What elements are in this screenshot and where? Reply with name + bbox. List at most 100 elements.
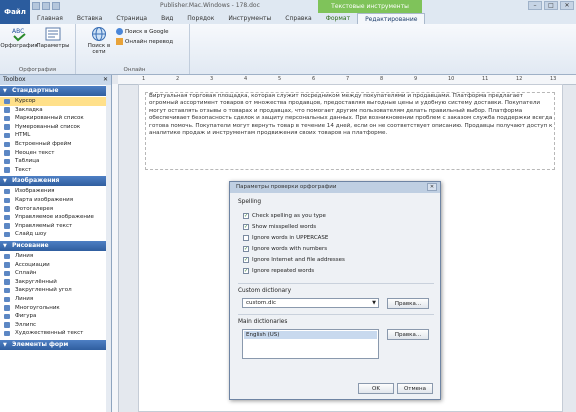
edit-dict-button[interactable]: Правка...: [387, 298, 429, 309]
toolbox-item[interactable]: Неоцен текст: [0, 149, 111, 158]
toolbox-item[interactable]: Эллипс: [0, 321, 111, 330]
toolbox-item[interactable]: Закруглённый: [0, 278, 111, 287]
toolbox-item[interactable]: Многоугольник: [0, 304, 111, 313]
tab-tools[interactable]: Инструменты: [221, 13, 278, 24]
custom-dict-label: Custom dictionary: [238, 288, 291, 294]
toolbox-item[interactable]: Нумерованный список: [0, 123, 111, 132]
list-item[interactable]: English (US): [244, 331, 377, 339]
ruler-number: 5: [278, 76, 282, 82]
toolbox-item[interactable]: Маркированный список: [0, 114, 111, 123]
toolbox-item[interactable]: Встроенный фрейм: [0, 140, 111, 149]
spelling-option[interactable]: ✓ Show misspelled words: [243, 223, 316, 231]
checkbox[interactable]: ✓: [243, 257, 249, 263]
toolbox-item[interactable]: Закругленный угол: [0, 286, 111, 295]
tool-icon: [4, 206, 10, 212]
close-icon[interactable]: ✕: [103, 75, 108, 85]
tab-help[interactable]: Справка: [278, 13, 318, 24]
checkbox[interactable]: [243, 235, 249, 241]
toolbox-item-label: Художественный текст: [15, 330, 84, 337]
toolbox-item[interactable]: Текст: [0, 166, 111, 175]
toolbox-item[interactable]: Управляемый текст: [0, 222, 111, 231]
undo-icon[interactable]: [42, 2, 50, 10]
ruler-number: 3: [210, 76, 214, 82]
toolbox-scrollbar[interactable]: [106, 85, 111, 412]
dialog-close-button[interactable]: ✕: [427, 183, 437, 191]
toolbox-item-label: Таблица: [15, 158, 40, 165]
ok-button[interactable]: OK: [358, 383, 394, 394]
minimize-button[interactable]: –: [528, 1, 542, 10]
tab-arrange[interactable]: Порядок: [180, 13, 221, 24]
divider: [238, 314, 434, 315]
spelling-option[interactable]: ✓ Ignore Internet and file addresses: [243, 256, 345, 264]
body-text[interactable]: Виртуальная торговая площадка, которая с…: [149, 93, 553, 137]
app-menu-button[interactable]: Файл: [0, 0, 30, 24]
tool-icon: [4, 197, 10, 204]
toolbox-item[interactable]: Карта изображения: [0, 196, 111, 205]
toolbox-item[interactable]: HTML: [0, 131, 111, 140]
toolbox-item[interactable]: Таблица: [0, 157, 111, 166]
toolbox-item[interactable]: Слайд шоу: [0, 230, 111, 239]
spelling-option[interactable]: ✓ Check spelling as you type: [243, 212, 326, 220]
dialog-title-bar: Параметры проверки орфографии ✕: [230, 182, 440, 193]
check-online-button[interactable]: Поиск в сети: [84, 26, 114, 55]
tool-icon: [4, 313, 10, 320]
tab-format[interactable]: Формат: [319, 13, 357, 24]
toolbox-item[interactable]: Фотогалерея: [0, 205, 111, 214]
checkbox-label: Ignore repeated words: [252, 268, 315, 274]
spelling-option[interactable]: Ignore words in UPPERCASE: [243, 234, 328, 242]
spelling-option[interactable]: ✓ Ignore repeated words: [243, 267, 314, 275]
tab-insert[interactable]: Вставка: [70, 13, 109, 24]
toolbox-item[interactable]: Курсор: [0, 97, 111, 106]
checkbox[interactable]: ✓: [243, 246, 249, 252]
ruler-number: 10: [448, 76, 455, 82]
tool-icon: [4, 107, 10, 113]
search-google-button[interactable]: Поиск в Google: [116, 28, 169, 35]
main-dict-list[interactable]: English (US): [242, 329, 379, 359]
tab-page[interactable]: Страница: [109, 13, 154, 24]
close-window-button[interactable]: ✕: [560, 1, 574, 10]
toolbox-item[interactable]: Линия: [0, 252, 111, 261]
toolbox-section-header[interactable]: ▼ Изображения: [0, 176, 111, 187]
save-icon[interactable]: [32, 2, 40, 10]
checkbox[interactable]: ✓: [243, 268, 249, 274]
maximize-button[interactable]: □: [544, 1, 558, 10]
spelling-option[interactable]: ✓ Ignore words with numbers: [243, 245, 327, 253]
toolbox-section-header[interactable]: ▼ Элементы форм: [0, 340, 111, 350]
toolbox-item[interactable]: Художественный текст: [0, 329, 111, 338]
cancel-button[interactable]: Отмена: [397, 383, 433, 394]
window-title: Publisher.Mac.Windows - 178.doc: [160, 2, 260, 9]
redo-icon[interactable]: [52, 2, 60, 10]
custom-dict-select[interactable]: custom.dic ▼: [242, 298, 379, 308]
spelling-button[interactable]: ABC Орфография: [0, 26, 37, 49]
toolbox-item[interactable]: Фигура: [0, 312, 111, 321]
toolbox-item[interactable]: Сплайн: [0, 269, 111, 278]
tool-icon: [4, 305, 10, 311]
window-controls: – □ ✕: [528, 1, 574, 10]
vertical-ruler: [112, 84, 119, 412]
toolbox-item[interactable]: Управляемое изображение: [0, 213, 111, 222]
toolbox-item-label: Карта изображения: [15, 197, 74, 203]
tool-icon: [4, 279, 10, 285]
translate-button[interactable]: Онлайн перевод: [116, 38, 173, 45]
tab-home[interactable]: Главная: [30, 13, 70, 24]
toolbox-section-label: Стандартные: [12, 87, 59, 94]
ribbon: ABC Орфография Параметры Орфография Поис…: [0, 24, 576, 75]
tab-view[interactable]: Вид: [154, 13, 180, 24]
toolbox-section-header[interactable]: ▼ Стандартные: [0, 86, 111, 96]
toolbox-item[interactable]: Ассоциации: [0, 261, 111, 270]
toolbox-item[interactable]: Линия: [0, 295, 111, 304]
tab-editing[interactable]: Редактирование: [357, 13, 426, 24]
toolbox-section-header[interactable]: ▼ Рисование: [0, 241, 111, 251]
ruler-number: 13: [550, 76, 557, 82]
spelling-options-button[interactable]: Параметры: [37, 26, 69, 49]
checkbox[interactable]: ✓: [243, 213, 249, 219]
toolbox-item[interactable]: Закладка: [0, 106, 111, 115]
tool-icon: [4, 214, 10, 221]
main-dict-label: Main dictionaries: [238, 319, 288, 325]
modify-dict-button[interactable]: Правка...: [387, 329, 429, 340]
options-icon: [45, 27, 61, 41]
quick-access-toolbar: [32, 2, 60, 11]
toolbox-item[interactable]: Изображения: [0, 187, 111, 196]
group-label-proofing: Орфография: [18, 67, 57, 73]
checkbox[interactable]: ✓: [243, 224, 249, 230]
